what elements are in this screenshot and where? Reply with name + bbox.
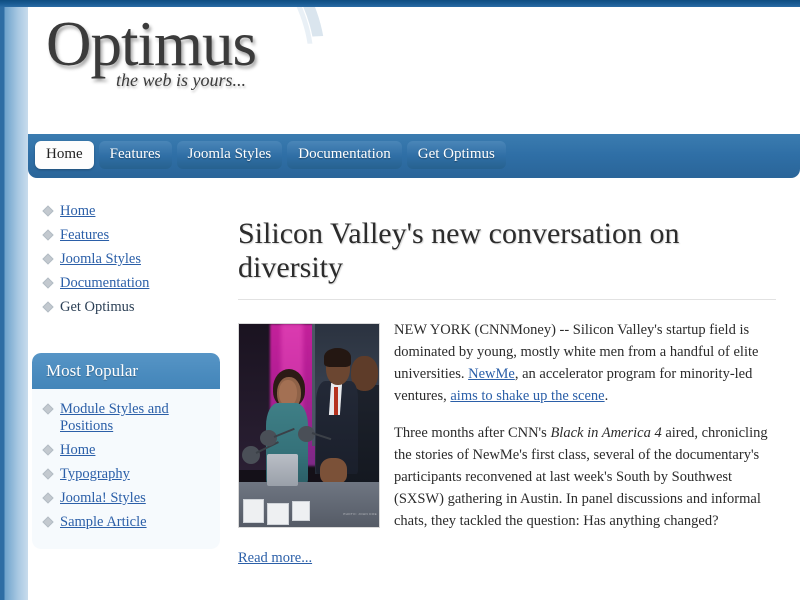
main-navigation: Home Features Joomla Styles Documentation Ge… <box>28 134 800 178</box>
microphone-icon <box>241 445 260 465</box>
diamond-bullet-icon <box>42 468 54 480</box>
module-most-popular: Most Popular Module Styles and Positions… <box>32 353 220 549</box>
paragraph-2-text-1: Three months after CNN's <box>394 425 551 441</box>
module-main-menu: Home Features Joomla Styles Documentatio… <box>32 191 220 330</box>
photo-credit: PHOTO: JOHN DOE <box>343 512 377 516</box>
diamond-bullet-icon <box>42 301 54 313</box>
nav-item-get-optimus[interactable]: Get Optimus <box>406 141 506 169</box>
content-columns: Home Features Joomla Styles Documentatio… <box>28 178 800 572</box>
module-most-popular-body: Module Styles and Positions Home Typogra… <box>32 389 220 549</box>
list-item[interactable]: Joomla! Styles <box>32 490 220 507</box>
nav-item-documentation[interactable]: Documentation <box>287 141 402 169</box>
sidebar-item-joomla-styles[interactable]: Joomla Styles <box>32 251 220 268</box>
most-popular-link-typography[interactable]: Typography <box>60 466 130 482</box>
diamond-bullet-icon <box>42 492 54 504</box>
most-popular-link-module-styles[interactable]: Module Styles and Positions <box>60 401 169 434</box>
sidebar-item-get-optimus[interactable]: Get Optimus <box>32 299 220 316</box>
sidebar: Home Features Joomla Styles Documentatio… <box>32 191 220 572</box>
diamond-bullet-icon <box>42 277 54 289</box>
list-item[interactable]: Sample Article <box>32 514 220 531</box>
site-logo[interactable]: Optimus the web is yours... <box>46 9 257 91</box>
diamond-bullet-icon <box>42 229 54 241</box>
sidebar-link-home[interactable]: Home <box>60 203 95 219</box>
list-item[interactable]: Typography <box>32 466 220 483</box>
link-aims-to-shake-up-the-scene[interactable]: aims to shake up the scene <box>450 388 604 404</box>
logo-tagline: the web is yours... <box>116 70 246 90</box>
documentary-title: Black in America 4 <box>550 425 662 441</box>
paragraph-1-text-3: . <box>604 388 609 404</box>
read-more-wrapper: Read more... <box>238 547 776 569</box>
sidebar-item-home[interactable]: Home <box>32 203 220 220</box>
logo-title: Optimus <box>46 9 257 79</box>
diamond-bullet-icon <box>42 403 54 415</box>
top-accent-bar <box>0 0 800 7</box>
sidebar-main-menu-list: Home Features Joomla Styles Documentatio… <box>32 203 220 316</box>
article-body: PHOTO: JOHN DOE NEW YORK (CNNMoney) -- S… <box>238 319 776 569</box>
most-popular-link-sample-article[interactable]: Sample Article <box>60 514 147 530</box>
diamond-bullet-icon <box>42 205 54 217</box>
page-shell: Optimus the web is yours... Home Features… <box>28 7 800 600</box>
page-title: Silicon Valley's new conversation on div… <box>238 217 776 300</box>
sidebar-item-features[interactable]: Features <box>32 227 220 244</box>
sidebar-link-documentation[interactable]: Documentation <box>60 275 149 291</box>
module-most-popular-title: Most Popular <box>32 353 220 389</box>
sidebar-item-documentation[interactable]: Documentation <box>32 275 220 292</box>
nav-item-home[interactable]: Home <box>35 141 94 169</box>
read-more-link[interactable]: Read more... <box>238 550 312 566</box>
nav-item-features[interactable]: Features <box>98 141 172 169</box>
nav-item-joomla-styles[interactable]: Joomla Styles <box>176 141 283 169</box>
main-content: Silicon Valley's new conversation on div… <box>220 191 800 569</box>
diamond-bullet-icon <box>42 516 54 528</box>
article-photo-wrapper: PHOTO: JOHN DOE <box>238 323 380 528</box>
most-popular-list: Module Styles and Positions Home Typogra… <box>32 401 220 531</box>
most-popular-link-joomla-styles[interactable]: Joomla! Styles <box>60 490 146 506</box>
diamond-bullet-icon <box>42 444 54 456</box>
list-item[interactable]: Module Styles and Positions <box>32 401 220 435</box>
sidebar-link-joomla-styles[interactable]: Joomla Styles <box>60 251 141 267</box>
link-newme[interactable]: NewMe <box>468 366 515 382</box>
sidebar-link-get-optimus[interactable]: Get Optimus <box>60 299 135 315</box>
diamond-bullet-icon <box>42 253 54 265</box>
sidebar-link-features[interactable]: Features <box>60 227 109 243</box>
site-header: Optimus the web is yours... <box>28 7 800 131</box>
list-item[interactable]: Home <box>32 442 220 459</box>
article-photo: PHOTO: JOHN DOE <box>238 323 380 528</box>
most-popular-link-home[interactable]: Home <box>60 442 95 458</box>
